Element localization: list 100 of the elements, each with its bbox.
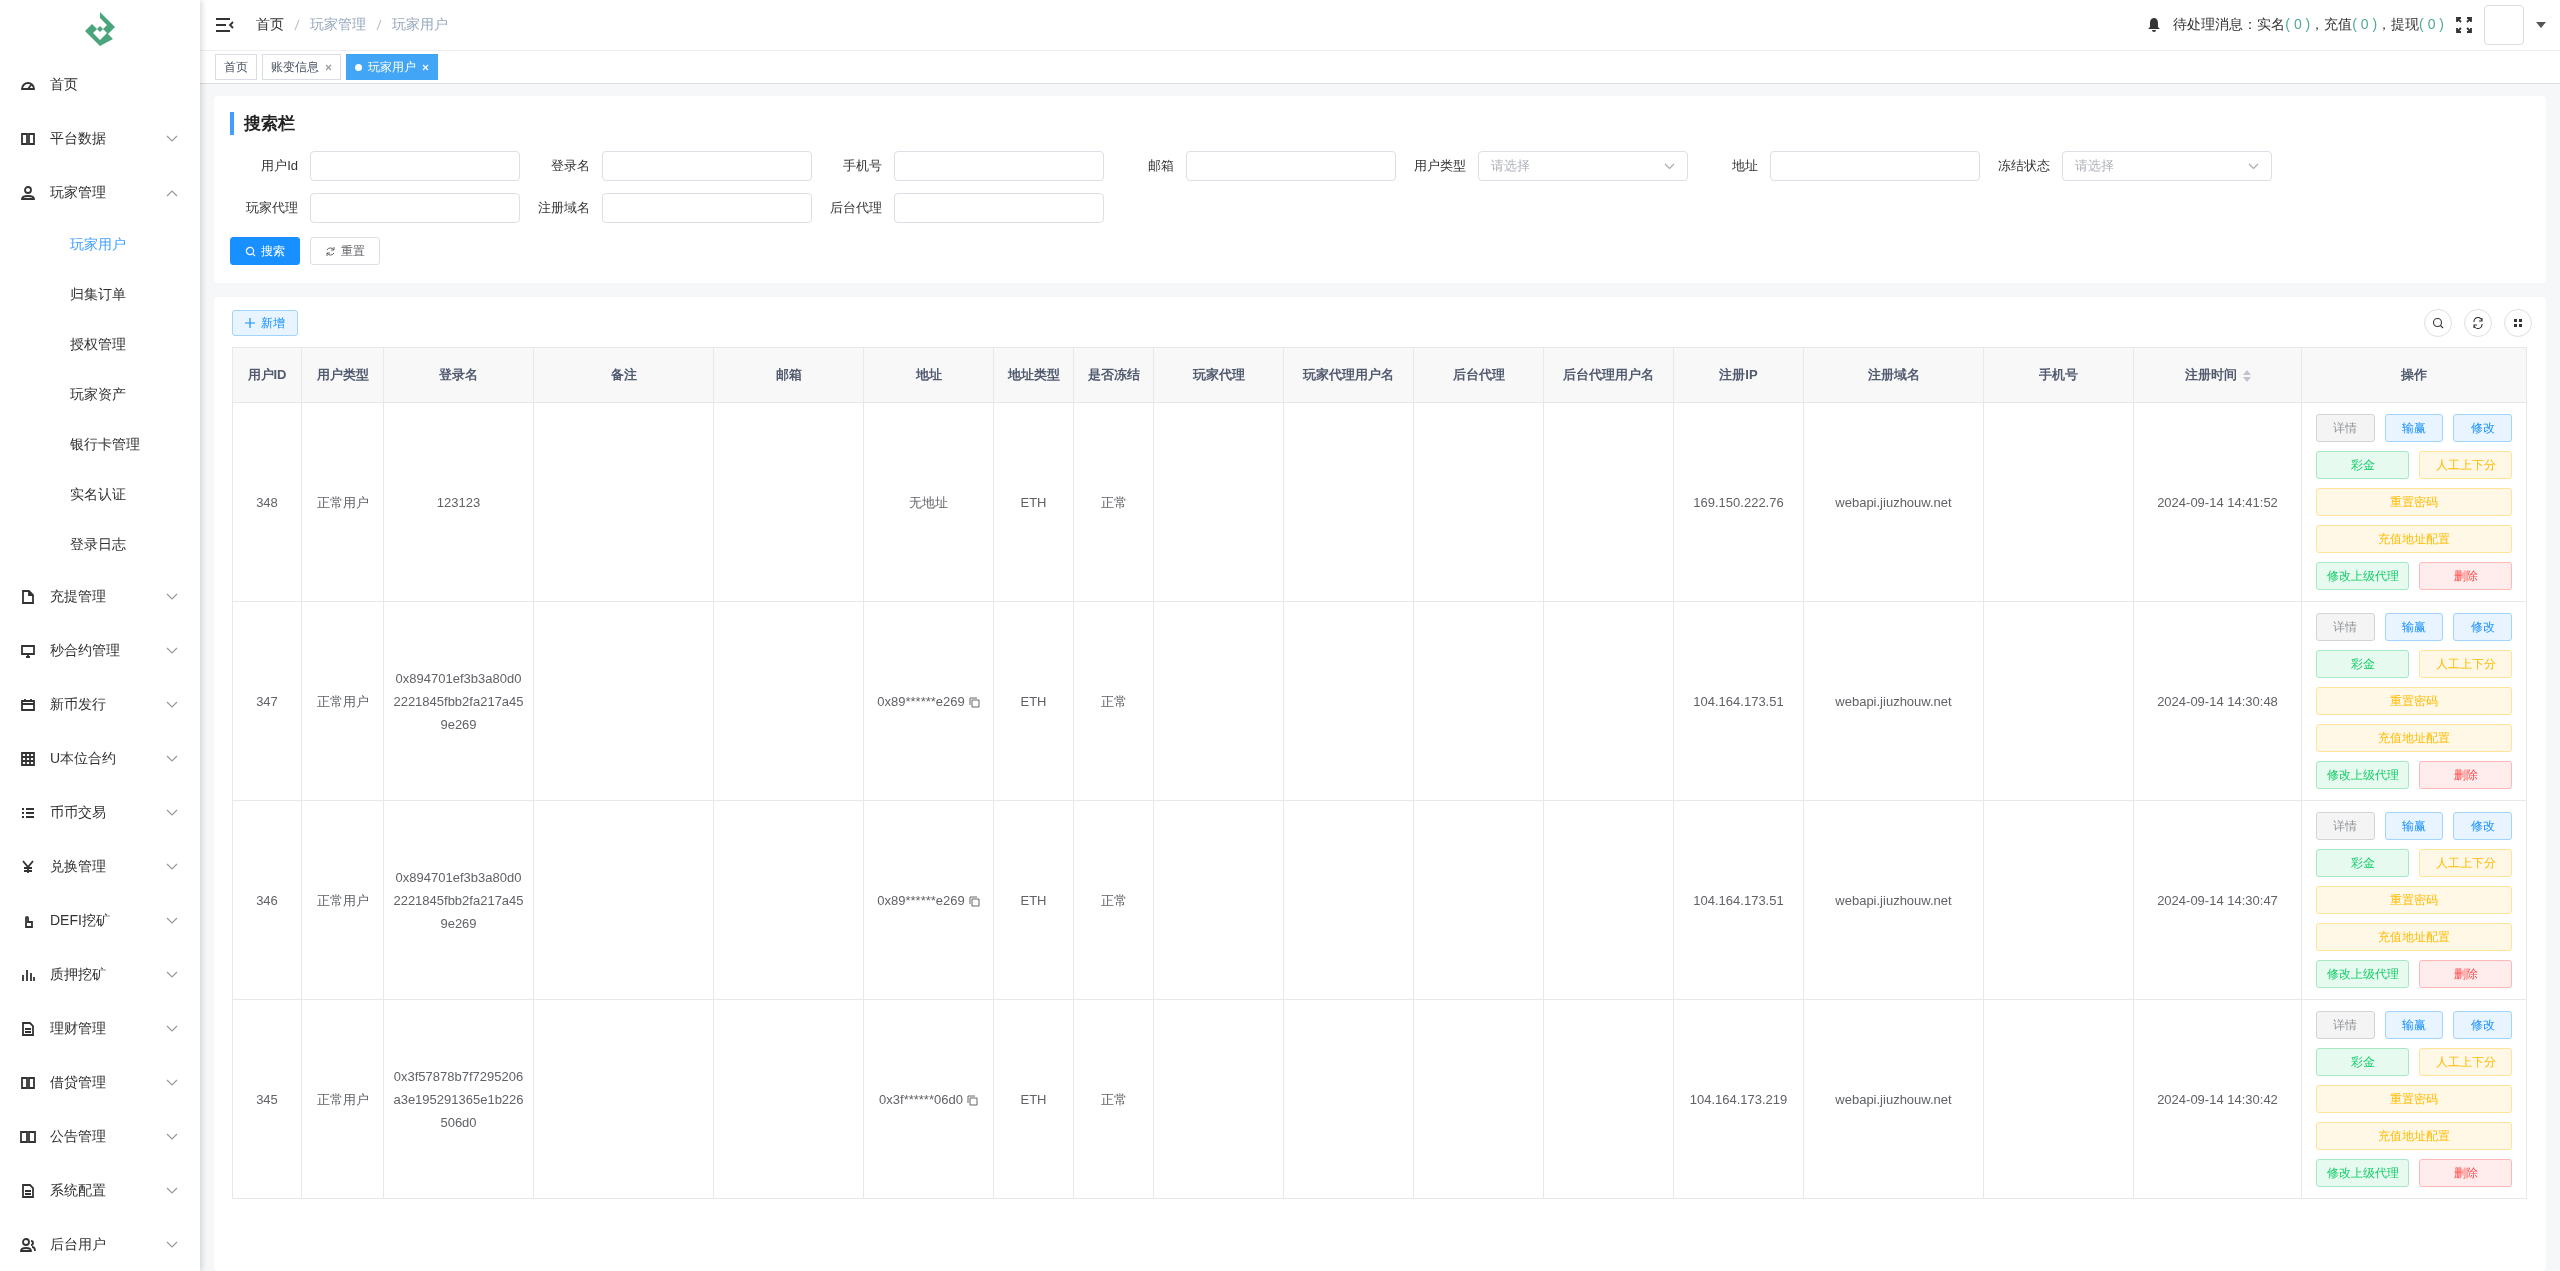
- breadcrumb-item[interactable]: 首页: [256, 16, 284, 34]
- action-button[interactable]: 重置密码: [2316, 488, 2512, 516]
- action-button[interactable]: 人工上下分: [2419, 451, 2512, 479]
- sidebar-subitem[interactable]: 实名认证: [0, 470, 126, 520]
- reset-button[interactable]: 重置: [310, 237, 380, 265]
- columns-icon[interactable]: [2504, 309, 2532, 337]
- action-button[interactable]: 修改上级代理: [2316, 761, 2409, 789]
- detail-button[interactable]: 详情: [2316, 1011, 2375, 1039]
- table-cell: 正常: [1100, 892, 1127, 908]
- document-icon: [20, 1021, 36, 1037]
- table-cell: ETH: [1020, 494, 1047, 510]
- action-button[interactable]: 彩金: [2316, 1048, 2409, 1076]
- sidebar-subitem[interactable]: 玩家资产: [0, 370, 126, 420]
- fullscreen-icon[interactable]: [2456, 17, 2472, 33]
- open-book-icon: [20, 1129, 36, 1145]
- sidebar-subitem[interactable]: 玩家用户: [0, 220, 126, 270]
- input-field[interactable]: [310, 193, 520, 223]
- sidebar-item[interactable]: 系统配置: [0, 1164, 200, 1218]
- action-button[interactable]: 充值地址配置: [2316, 923, 2512, 951]
- action-button[interactable]: 人工上下分: [2419, 650, 2512, 678]
- sidebar-subitem[interactable]: 银行卡管理: [0, 420, 140, 470]
- sidebar-item[interactable]: 平台数据: [0, 112, 200, 166]
- action-button[interactable]: 修改: [2453, 812, 2512, 840]
- delete-button[interactable]: 删除: [2419, 761, 2512, 789]
- search-button[interactable]: 搜索: [230, 237, 300, 265]
- sidebar-item[interactable]: 理财管理: [0, 1002, 200, 1056]
- action-button[interactable]: 人工上下分: [2419, 849, 2512, 877]
- sidebar-item[interactable]: 玩家管理: [0, 166, 200, 220]
- select-field[interactable]: 请选择: [1478, 151, 1688, 181]
- action-button[interactable]: 输赢: [2384, 613, 2444, 641]
- sidebar-item[interactable]: 币币交易: [0, 786, 200, 840]
- column-header: 注册域名: [1803, 347, 1984, 403]
- action-button[interactable]: 彩金: [2316, 650, 2409, 678]
- delete-button[interactable]: 删除: [2419, 1159, 2512, 1187]
- copy-icon[interactable]: [966, 1094, 978, 1106]
- notice-count[interactable]: ( 0 ): [2285, 16, 2311, 34]
- close-icon[interactable]: [325, 63, 332, 71]
- delete-button[interactable]: 删除: [2419, 562, 2512, 590]
- sort-icon[interactable]: [2242, 369, 2251, 382]
- search-icon[interactable]: [2424, 309, 2452, 337]
- chevron-icon: [1664, 162, 1675, 170]
- detail-button[interactable]: 详情: [2316, 812, 2375, 840]
- action-button[interactable]: 修改上级代理: [2316, 1159, 2409, 1187]
- sidebar-subitem[interactable]: 登录日志: [0, 520, 126, 570]
- select-field[interactable]: 请选择: [2062, 151, 2272, 181]
- sidebar-item[interactable]: 借贷管理: [0, 1056, 200, 1110]
- table-cell: webapi.jiuzhouw.net: [1835, 1091, 1952, 1107]
- caret-icon[interactable]: [2536, 22, 2546, 28]
- table-cell: 104.164.173.219: [1689, 1091, 1788, 1107]
- action-button[interactable]: 修改: [2453, 1011, 2512, 1039]
- sidebar-item[interactable]: 秒合约管理: [0, 624, 200, 678]
- notice-count[interactable]: ( 0 ): [2352, 16, 2378, 34]
- add-button[interactable]: 新增: [232, 310, 298, 336]
- sidebar-item[interactable]: 质押挖矿: [0, 948, 200, 1002]
- notice-count[interactable]: ( 0 ): [2419, 16, 2444, 34]
- action-button[interactable]: 修改上级代理: [2316, 960, 2409, 988]
- input-field[interactable]: [602, 193, 812, 223]
- input-field[interactable]: [310, 151, 520, 181]
- breadcrumb-item[interactable]: 玩家管理: [310, 16, 366, 34]
- detail-button[interactable]: 详情: [2316, 414, 2375, 442]
- detail-button[interactable]: 详情: [2316, 613, 2375, 641]
- action-button[interactable]: 重置密码: [2316, 1085, 2512, 1113]
- action-button[interactable]: 输赢: [2384, 812, 2444, 840]
- action-button[interactable]: 输赢: [2384, 414, 2444, 442]
- action-button[interactable]: 修改: [2453, 613, 2512, 641]
- sidebar-item[interactable]: 首页: [0, 58, 200, 112]
- delete-button[interactable]: 删除: [2419, 960, 2512, 988]
- tab[interactable]: 玩家用户: [346, 54, 438, 80]
- tab[interactable]: 首页: [215, 54, 257, 80]
- field-label: 用户类型: [1413, 157, 1467, 175]
- input-field[interactable]: [894, 193, 1104, 223]
- input-field[interactable]: [894, 151, 1104, 181]
- action-button[interactable]: 重置密码: [2316, 687, 2512, 715]
- input-field[interactable]: [1186, 151, 1396, 181]
- sidebar-item[interactable]: 充提管理: [0, 570, 200, 624]
- sidebar-item[interactable]: DEFI挖矿: [0, 894, 200, 948]
- sidebar-subitem[interactable]: 授权管理: [0, 320, 126, 370]
- sidebar-item[interactable]: U本位合约: [0, 732, 200, 786]
- action-button[interactable]: 充值地址配置: [2316, 1122, 2512, 1150]
- sidebar-item[interactable]: 新币发行: [0, 678, 200, 732]
- input-field[interactable]: [1770, 151, 1980, 181]
- action-button[interactable]: 修改上级代理: [2316, 562, 2409, 590]
- sidebar-subitem[interactable]: 归集订单: [0, 270, 126, 320]
- sidebar-item[interactable]: 兑换管理: [0, 840, 200, 894]
- action-button[interactable]: 充值地址配置: [2316, 724, 2512, 752]
- copy-icon[interactable]: [968, 895, 980, 907]
- menu-icon[interactable]: [216, 18, 234, 32]
- sidebar-item[interactable]: 后台用户: [0, 1218, 200, 1271]
- action-button[interactable]: 彩金: [2316, 451, 2409, 479]
- tab[interactable]: 账变信息: [262, 54, 341, 80]
- action-button[interactable]: 修改: [2453, 414, 2512, 442]
- action-button[interactable]: 彩金: [2316, 849, 2409, 877]
- copy-icon[interactable]: [968, 696, 980, 708]
- action-button[interactable]: 人工上下分: [2419, 1048, 2512, 1076]
- action-button[interactable]: 输赢: [2384, 1011, 2444, 1039]
- action-button[interactable]: 充值地址配置: [2316, 525, 2512, 553]
- sidebar-item[interactable]: 公告管理: [0, 1110, 200, 1164]
- bell-icon[interactable]: [2147, 17, 2162, 33]
- action-button[interactable]: 重置密码: [2316, 886, 2512, 914]
- input-field[interactable]: [602, 151, 812, 181]
